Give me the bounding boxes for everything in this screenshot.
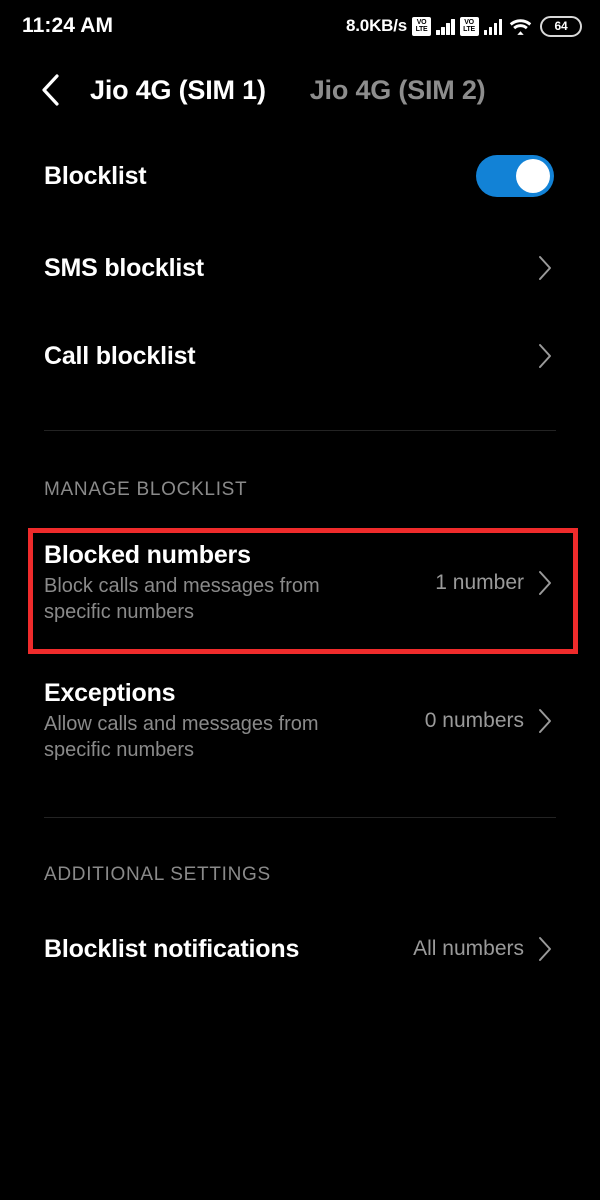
tab-sim1[interactable]: Jio 4G (SIM 1) [90, 75, 266, 106]
blocked-numbers-text: Blocked numbers Block calls and messages… [44, 541, 435, 626]
status-bar: 11:24 AM 8.0KB/s VO LTE VO LTE 64 [0, 0, 600, 52]
settings-list: Blocklist SMS blocklist Call blocklist M… [0, 128, 600, 986]
exceptions-value: 0 numbers [424, 709, 524, 732]
network-speed-indicator: 8.0KB/s [346, 16, 407, 35]
chevron-right-icon [538, 570, 554, 596]
row-call-blocklist[interactable]: Call blocklist [0, 312, 600, 400]
call-blocklist-text: Call blocklist [44, 342, 538, 371]
app-header: Jio 4G (SIM 1) Jio 4G (SIM 2) [0, 52, 600, 128]
chevron-right-icon [538, 343, 554, 369]
blocklist-notifications-label: Blocklist notifications [44, 934, 300, 963]
volte-sim1-bottom-text: LTE [415, 26, 428, 33]
sms-blocklist-text: SMS blocklist [44, 254, 538, 283]
volte-sim2-icon: VO LTE [459, 16, 479, 36]
status-bar-icons: 8.0KB/s VO LTE VO LTE 64 [346, 15, 582, 37]
row-sms-blocklist[interactable]: SMS blocklist [0, 224, 600, 312]
exceptions-label: Exceptions [44, 678, 176, 707]
blocklist-toggle-text: Blocklist [44, 162, 476, 191]
blocklist-notifications-text: Blocklist notifications [44, 935, 413, 964]
blocklist-notifications-value: All numbers [413, 937, 524, 960]
status-bar-clock: 11:24 AM [22, 14, 114, 37]
signal-strength-sim1-icon [436, 18, 455, 35]
exceptions-text: Exceptions Allow calls and messages from… [44, 679, 425, 764]
signal-strength-sim2-icon [483, 18, 502, 35]
sim-tabs: Jio 4G (SIM 1) Jio 4G (SIM 2) [90, 75, 486, 106]
chevron-right-icon [538, 255, 554, 281]
exceptions-description: Allow calls and messages from specific n… [44, 713, 319, 761]
toggle-knob [516, 159, 550, 193]
back-button[interactable] [28, 68, 72, 112]
tab-sim2[interactable]: Jio 4G (SIM 2) [310, 75, 486, 106]
row-blocklist-toggle[interactable]: Blocklist [0, 128, 600, 224]
volte-sim1-top-text: VO [416, 19, 427, 26]
row-blocked-numbers[interactable]: Blocked numbers Block calls and messages… [0, 523, 600, 643]
chevron-right-icon [538, 936, 554, 962]
row-blocklist-notifications[interactable]: Blocklist notifications All numbers [0, 912, 600, 986]
blocked-numbers-label: Blocked numbers [44, 540, 251, 569]
additional-settings-section-header: ADDITIONAL SETTINGS [44, 864, 271, 885]
manage-blocklist-section-header: MANAGE BLOCKLIST [44, 479, 248, 500]
sms-blocklist-label: SMS blocklist [44, 253, 204, 282]
blocklist-toggle-switch[interactable] [476, 155, 554, 197]
volte-sim1-icon: VO LTE [412, 16, 431, 36]
wifi-icon [509, 17, 532, 36]
chevron-left-icon [42, 74, 59, 106]
row-exceptions[interactable]: Exceptions Allow calls and messages from… [0, 661, 600, 781]
volte-sim2-top-text: VO [464, 19, 474, 26]
blocked-numbers-description: Block calls and messages from specific n… [44, 575, 320, 623]
blocked-numbers-value: 1 number [435, 571, 524, 594]
blocklist-toggle-label: Blocklist [44, 161, 147, 190]
call-blocklist-label: Call blocklist [44, 341, 196, 370]
battery-percent-text: 64 [554, 19, 568, 33]
chevron-right-icon [538, 708, 554, 734]
volte-sim2-bottom-text: LTE [463, 26, 475, 33]
battery-icon: 64 [540, 15, 582, 37]
